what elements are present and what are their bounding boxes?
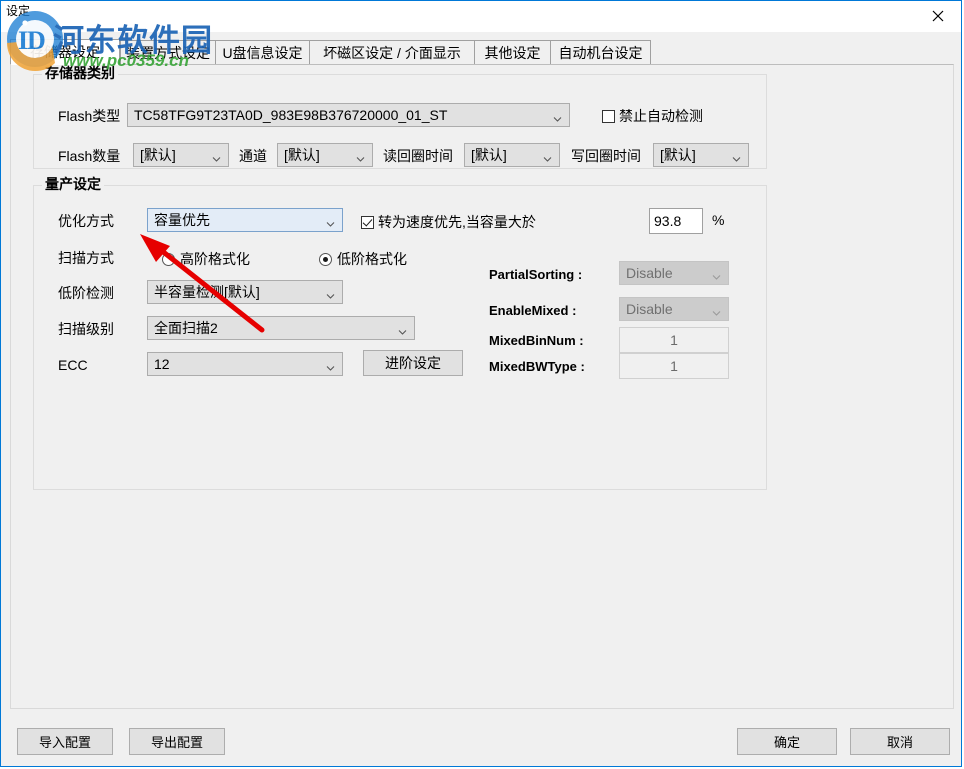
low-level-detect-value: 半容量检测[默认] xyxy=(154,282,260,302)
flash-type-value: TC58TFG9T23TA0D_983E98B376720000_01_ST xyxy=(134,107,447,123)
flash-count-label: Flash数量 xyxy=(58,148,120,164)
tab-strip: 存储器设定 装置方式设定 U盘信息设定 坏磁区设定 / 介面显示 其他设定 自动… xyxy=(10,39,954,65)
scan-mode-low-label: 低阶格式化 xyxy=(337,249,407,269)
tab-storage-settings[interactable]: 存储器设定 xyxy=(10,39,120,65)
speed-priority-percent-value: 93.8 xyxy=(654,213,681,229)
ecc-label: ECC xyxy=(58,357,88,373)
cancel-label: 取消 xyxy=(887,732,913,751)
write-loop-time-select[interactable]: [默认] xyxy=(653,143,749,167)
flash-count-value: [默认] xyxy=(140,145,176,165)
close-icon[interactable] xyxy=(915,1,961,31)
tab-label: 装置方式设定 xyxy=(126,46,210,60)
mixed-bw-type-input: 1 xyxy=(619,353,729,379)
import-config-label: 导入配置 xyxy=(39,732,91,751)
tab-bad-block-interface-settings[interactable]: 坏磁区设定 / 介面显示 xyxy=(309,40,475,65)
disable-autodetect-label: 禁止自动检测 xyxy=(619,106,703,126)
tab-label: 自动机台设定 xyxy=(559,46,643,60)
export-config-label: 导出配置 xyxy=(151,732,203,751)
disable-autodetect-checkbox[interactable]: 禁止自动检测 xyxy=(602,106,703,126)
checkbox-box xyxy=(602,110,615,123)
chevron-down-icon xyxy=(553,111,562,120)
channel-select[interactable]: [默认] xyxy=(277,143,373,167)
chevron-down-icon xyxy=(212,151,221,160)
radio-box xyxy=(162,253,175,266)
mixed-bin-num-label: MixedBinNum : xyxy=(489,333,584,349)
channel-label: 通道 xyxy=(239,148,267,164)
partial-sorting-value: Disable xyxy=(626,265,673,281)
tab-label: 其他设定 xyxy=(485,46,541,60)
chevron-down-icon xyxy=(712,269,721,278)
speed-priority-switch-checkbox[interactable]: 转为速度优先,当容量大於 xyxy=(361,212,536,232)
mixed-bw-type-label: MixedBWType : xyxy=(489,359,585,375)
storage-type-group-title: 存储器类别 xyxy=(42,66,118,81)
percent-symbol-label: % xyxy=(712,212,724,228)
radio-box xyxy=(319,253,332,266)
speed-priority-switch-label: 转为速度优先,当容量大於 xyxy=(378,212,536,232)
mixed-bin-num-value: 1 xyxy=(670,332,678,348)
advanced-settings-label: 进阶设定 xyxy=(385,353,441,373)
partial-sorting-select: Disable xyxy=(619,261,729,285)
ecc-select[interactable]: 12 xyxy=(147,352,343,376)
write-loop-time-label: 写回圈时间 xyxy=(571,148,641,164)
scan-level-value: 全面扫描2 xyxy=(154,318,218,338)
production-settings-group: 量产设定 优化方式 容量优先 转为速度优先,当容量大於 93.8 % 扫描方式 xyxy=(33,185,767,490)
import-config-button[interactable]: 导入配置 xyxy=(17,728,113,755)
scan-mode-radio-low-level[interactable]: 低阶格式化 xyxy=(319,249,407,269)
chevron-down-icon xyxy=(543,151,552,160)
scan-mode-high-label: 高阶格式化 xyxy=(180,249,250,269)
checkbox-box xyxy=(361,216,374,229)
production-settings-group-title: 量产设定 xyxy=(42,177,104,192)
mixed-bw-type-value: 1 xyxy=(670,358,678,374)
scan-mode-label: 扫描方式 xyxy=(58,250,114,266)
chevron-down-icon xyxy=(712,305,721,314)
low-level-detect-select[interactable]: 半容量检测[默认] xyxy=(147,280,343,304)
scan-level-label: 扫描级别 xyxy=(58,321,114,337)
ok-button[interactable]: 确定 xyxy=(737,728,837,755)
tab-device-mode-settings[interactable]: 装置方式设定 xyxy=(120,40,216,65)
tab-content-panel: 存储器类别 Flash类型 TC58TFG9T23TA0D_983E98B376… xyxy=(10,64,954,709)
flash-count-select[interactable]: [默认] xyxy=(133,143,229,167)
tab-label: 坏磁区设定 / 介面显示 xyxy=(323,46,461,60)
enable-mixed-label: EnableMixed : xyxy=(489,303,576,319)
speed-priority-percent-input[interactable]: 93.8 xyxy=(649,208,703,234)
partial-sorting-label: PartialSorting : xyxy=(489,267,582,283)
enable-mixed-value: Disable xyxy=(626,301,673,317)
channel-value: [默认] xyxy=(284,145,320,165)
low-level-detect-label: 低阶检测 xyxy=(58,285,114,301)
scan-mode-radio-high-level[interactable]: 高阶格式化 xyxy=(162,249,250,269)
optimize-mode-select[interactable]: 容量优先 xyxy=(147,208,343,232)
chevron-down-icon xyxy=(398,324,407,333)
cancel-button[interactable]: 取消 xyxy=(850,728,950,755)
tab-label: 存储器设定 xyxy=(30,45,100,59)
tab-other-settings[interactable]: 其他设定 xyxy=(474,40,551,65)
chevron-down-icon xyxy=(732,151,741,160)
flash-type-select[interactable]: TC58TFG9T23TA0D_983E98B376720000_01_ST xyxy=(127,103,570,127)
read-loop-time-label: 读回圈时间 xyxy=(383,148,453,164)
tab-udisk-info-settings[interactable]: U盘信息设定 xyxy=(215,40,310,65)
read-loop-time-value: [默认] xyxy=(471,145,507,165)
ecc-value: 12 xyxy=(154,356,170,372)
window-title: 设定 xyxy=(6,3,30,19)
tab-label: U盘信息设定 xyxy=(222,46,302,60)
enable-mixed-select: Disable xyxy=(619,297,729,321)
ok-label: 确定 xyxy=(774,732,800,751)
optimize-mode-value: 容量优先 xyxy=(154,210,210,230)
advanced-settings-button[interactable]: 进阶设定 xyxy=(363,350,463,376)
export-config-button[interactable]: 导出配置 xyxy=(129,728,225,755)
settings-dialog-window: 设定 存储器设定 装置方式设定 U盘信息设定 坏磁区设定 / 介面显示 其他设定… xyxy=(0,0,962,767)
storage-type-group: 存储器类别 Flash类型 TC58TFG9T23TA0D_983E98B376… xyxy=(33,74,767,169)
flash-type-label: Flash类型 xyxy=(58,108,120,124)
read-loop-time-select[interactable]: [默认] xyxy=(464,143,560,167)
tab-auto-machine-settings[interactable]: 自动机台设定 xyxy=(550,40,651,65)
chevron-down-icon xyxy=(326,216,335,225)
title-bar: 设定 xyxy=(1,1,961,32)
mixed-bin-num-input: 1 xyxy=(619,327,729,353)
write-loop-time-value: [默认] xyxy=(660,145,696,165)
scan-level-select[interactable]: 全面扫描2 xyxy=(147,316,415,340)
chevron-down-icon xyxy=(326,288,335,297)
optimize-mode-label: 优化方式 xyxy=(58,213,114,229)
chevron-down-icon xyxy=(326,360,335,369)
chevron-down-icon xyxy=(356,151,365,160)
